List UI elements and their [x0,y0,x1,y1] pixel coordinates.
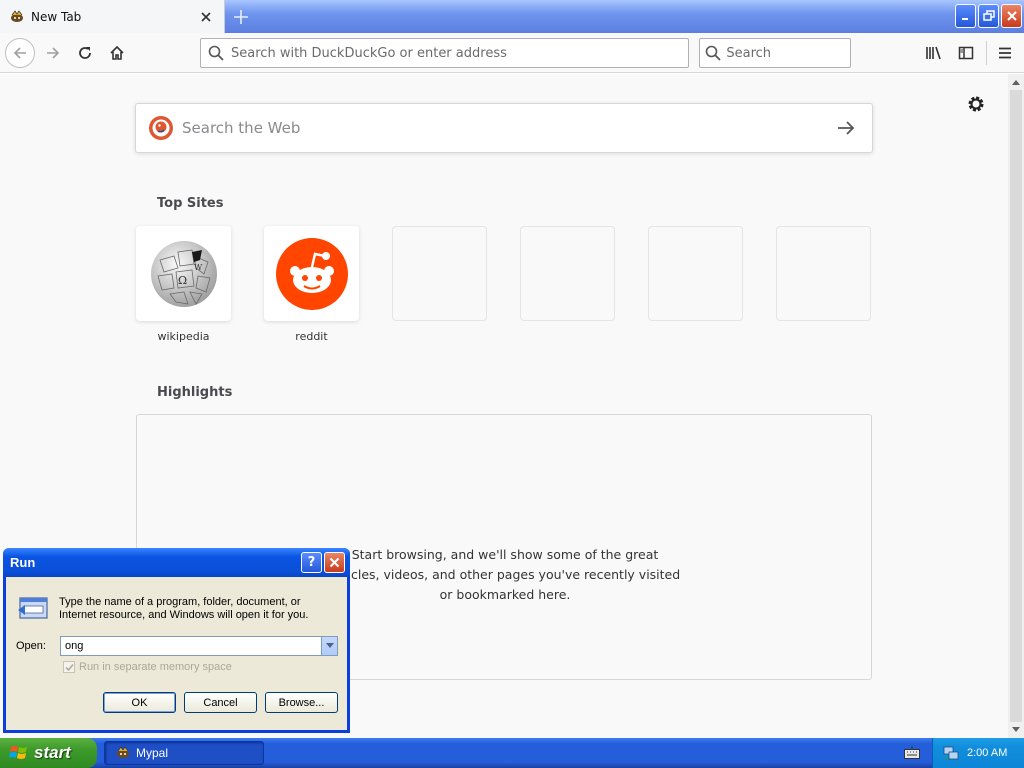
sidebar-icon [958,46,974,60]
close-icon[interactable] [198,9,214,25]
home-button[interactable] [103,39,131,67]
start-label: start [34,743,71,762]
close-icon [1006,11,1017,21]
top-site-placeholder [392,226,487,321]
top-sites-title: Top Sites [157,196,224,211]
open-input[interactable] [61,640,321,652]
window-close-button[interactable] [1001,4,1022,28]
svg-text:W: W [194,263,203,272]
chevron-down-icon[interactable] [321,637,337,655]
arrow-right-icon[interactable] [834,116,858,140]
vertical-scrollbar[interactable] [1008,74,1024,738]
system-tray: 2:00 AM [932,738,1024,768]
search-icon [201,45,231,61]
run-titlebar[interactable]: Run ? [3,548,350,577]
checkbox-icon [63,661,75,673]
forward-button[interactable] [39,39,67,67]
library-button[interactable] [920,39,948,67]
new-tab-button[interactable] [230,6,252,28]
toolbar-divider [986,41,987,65]
reload-icon [79,47,91,59]
taskbar-item-mypal[interactable]: Mypal [104,741,264,765]
restore-button[interactable] [978,4,999,28]
home-icon [110,45,124,60]
open-label: Open: [16,640,46,652]
duckduckgo-icon [149,116,173,140]
web-search-input[interactable] [182,119,834,137]
mypal-icon [9,9,25,25]
minimize-button[interactable] [955,4,976,28]
reddit-icon [275,237,348,310]
network-icon[interactable] [943,745,959,761]
tab-strip: New Tab [0,0,1024,33]
search-icon [700,45,726,61]
top-site-label[interactable]: wikipedia [136,330,231,343]
run-title: Run [10,555,36,570]
run-program-icon [18,597,48,619]
run-body: Type the name of a program, folder, docu… [6,577,347,730]
svg-text:Ω: Ω [178,274,187,287]
top-site-label[interactable]: reddit [264,330,359,343]
web-search-box[interactable] [135,103,873,153]
browse-button[interactable]: Browse... [265,692,338,713]
arrow-right-icon [47,47,60,59]
run-description: Type the name of a program, folder, docu… [59,596,309,621]
keyboard-icon[interactable] [904,746,920,760]
top-site-tile[interactable] [264,226,359,321]
windows-logo-icon [9,746,27,759]
minimize-icon [961,18,968,20]
open-combobox[interactable] [60,636,338,656]
separate-memory-label: Run in separate memory space [79,661,232,673]
start-button[interactable]: start [0,738,97,768]
arrow-left-icon [13,47,26,59]
ok-button[interactable]: OK [103,692,176,713]
clock[interactable]: 2:00 AM [967,747,1007,759]
restore-icon [982,10,995,21]
cancel-button[interactable]: Cancel [184,692,257,713]
mypal-icon [117,746,129,758]
plus-icon [234,10,248,24]
search-input[interactable] [726,45,850,61]
highlights-title: Highlights [157,385,233,400]
hamburger-icon [999,47,1011,59]
taskbar: start Mypal 2:00 AM [0,738,1024,768]
gear-icon[interactable] [966,94,986,114]
separate-memory-checkbox: Run in separate memory space [63,661,232,673]
help-button[interactable]: ? [301,552,322,573]
scroll-up-icon[interactable] [1008,74,1024,90]
menu-button[interactable] [991,39,1019,67]
scroll-down-icon[interactable] [1008,722,1024,738]
address-input[interactable] [231,45,688,61]
library-icon [926,46,941,60]
search-bar[interactable] [699,38,851,68]
wikipedia-icon: Ω W [150,240,217,307]
taskbar-item-label: Mypal [136,746,169,760]
close-icon [329,557,340,568]
back-button[interactable] [5,38,35,68]
reload-button[interactable] [71,39,99,67]
tab-new-tab[interactable]: New Tab [0,0,225,33]
address-bar[interactable] [200,38,689,68]
scroll-thumb[interactable] [1010,90,1022,722]
sidebar-button[interactable] [952,39,980,67]
top-site-placeholder [648,226,743,321]
navigation-bar [0,33,1024,73]
tab-title: New Tab [31,9,82,24]
run-close-button[interactable] [324,552,345,573]
top-site-placeholder [776,226,871,321]
top-site-placeholder [520,226,615,321]
top-site-tile[interactable]: Ω W [136,226,231,321]
run-dialog: Run ? Type the name of a program, folder… [3,548,350,733]
